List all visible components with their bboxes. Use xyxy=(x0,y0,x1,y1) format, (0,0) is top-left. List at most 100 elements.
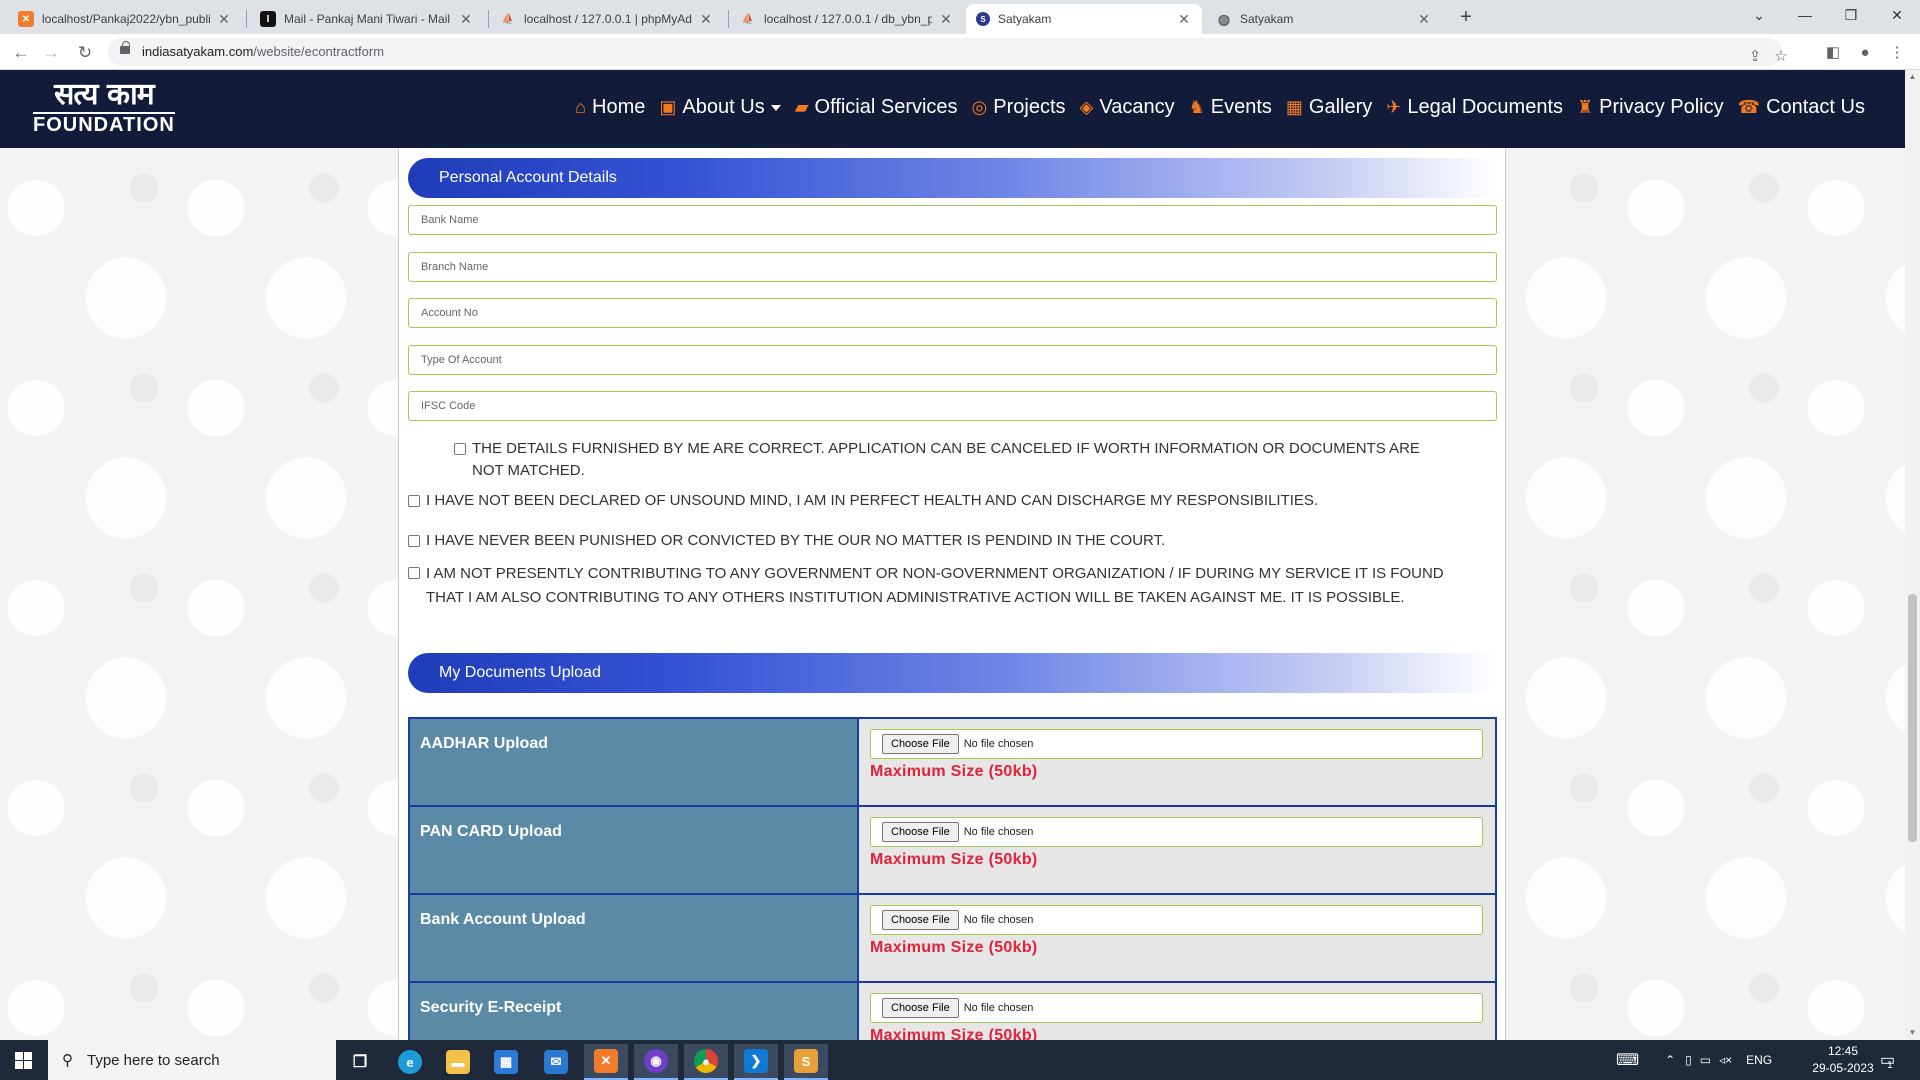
choose-file-button[interactable]: Choose File xyxy=(882,822,959,842)
upload-row-aadhar: AADHAR Upload Choose File No file chosen… xyxy=(410,719,1495,807)
keyboard-icon[interactable]: ⌨ xyxy=(1616,1050,1639,1070)
security-receipt-file-input[interactable]: Choose File No file chosen xyxy=(870,993,1483,1023)
max-size-hint: Maximum Size (50kb) xyxy=(870,851,1038,868)
nav-gallery[interactable]: ▦ Gallery xyxy=(1286,96,1372,119)
site-logo[interactable]: सत्य काम FOUNDATION xyxy=(33,80,175,136)
home-icon: ⌂ xyxy=(575,97,587,117)
declaration-checkbox[interactable] xyxy=(454,443,466,455)
globe-icon: ◍ xyxy=(1217,10,1231,27)
close-window-icon[interactable]: ✕ xyxy=(1874,0,1920,34)
browser-tab[interactable]: ⛵ localhost / 127.0.0.1 / db_ybn_pu ✕ xyxy=(730,4,964,34)
scroll-up-arrow[interactable]: ▲ xyxy=(1908,72,1917,82)
minimize-icon[interactable]: — xyxy=(1782,0,1828,34)
forward-icon[interactable]: → xyxy=(38,40,64,66)
file-status: No file chosen xyxy=(963,1002,1034,1014)
taskbar-clock[interactable]: 12:45 29-05-2023 xyxy=(1808,1043,1878,1077)
nav-label: Legal Documents xyxy=(1407,96,1564,118)
nav-home[interactable]: ⌂ Home xyxy=(575,96,645,119)
bank-name-field[interactable] xyxy=(408,205,1497,235)
scrollbar-thumb[interactable] xyxy=(1908,594,1917,842)
xampp-app-icon[interactable]: ✕ xyxy=(584,1044,628,1080)
account-type-field[interactable] xyxy=(408,345,1497,375)
nav-events[interactable]: ♞ Events xyxy=(1189,96,1272,119)
nav-vacancy[interactable]: ◈ Vacancy xyxy=(1080,96,1175,119)
bank-account-file-input[interactable]: Choose File No file chosen xyxy=(870,905,1483,935)
browser-tab-active[interactable]: S Satyakam ✕ xyxy=(966,4,1202,34)
tab-title: Satyakam xyxy=(998,12,1052,26)
declaration-checkbox[interactable] xyxy=(408,567,420,579)
battery-icon[interactable]: ▯ xyxy=(1685,1053,1692,1067)
browser-tab[interactable]: ✕ localhost/Pankaj2022/ybn_public ✕ xyxy=(8,4,242,34)
branch-name-field[interactable] xyxy=(408,252,1497,282)
close-tab-icon[interactable]: ✕ xyxy=(1416,11,1432,28)
aadhar-file-input[interactable]: Choose File No file chosen xyxy=(870,729,1483,759)
close-tab-icon[interactable]: ✕ xyxy=(698,11,714,28)
address-bar[interactable]: indiasatyakam.com/website/econtractform … xyxy=(108,38,1788,66)
tab-search-icon[interactable]: ⌄ xyxy=(1736,0,1782,34)
store-icon[interactable]: ▦ xyxy=(484,1044,528,1080)
restore-icon[interactable]: ❐ xyxy=(1828,0,1874,34)
file-explorer-icon[interactable]: ▬ xyxy=(436,1044,480,1080)
new-tab-button[interactable]: + xyxy=(1454,4,1478,30)
account-no-field[interactable] xyxy=(408,298,1497,328)
lock-icon[interactable] xyxy=(120,41,130,57)
ifsc-code-field[interactable] xyxy=(408,391,1497,421)
upload-row-security-receipt: Security E-Receipt Choose File No file c… xyxy=(410,983,1495,1040)
github-desktop-icon[interactable]: ◉ xyxy=(634,1044,678,1080)
task-view-icon[interactable]: ❐ xyxy=(338,1044,382,1080)
browser-menu-icon[interactable]: ⋮ xyxy=(1884,40,1910,66)
side-panel-icon[interactable]: ◧ xyxy=(1820,40,1846,66)
nav-about-us[interactable]: ▣ About Us xyxy=(659,96,781,119)
pan-file-input[interactable]: Choose File No file chosen xyxy=(870,817,1483,847)
chrome-icon[interactable]: ● xyxy=(684,1044,728,1080)
reload-icon[interactable]: ↻ xyxy=(72,40,98,66)
choose-file-button[interactable]: Choose File xyxy=(882,910,959,930)
xampp-icon: ✕ xyxy=(18,11,34,27)
close-tab-icon[interactable]: ✕ xyxy=(938,11,954,28)
page-scrollbar[interactable]: ▲ ▼ xyxy=(1905,70,1920,1040)
nav-legal-documents[interactable]: ✈ Legal Documents xyxy=(1386,96,1563,119)
nav-projects[interactable]: ◎ Projects xyxy=(972,96,1066,119)
volume-muted-icon[interactable]: ◃× xyxy=(1719,1053,1732,1067)
close-tab-icon[interactable]: ✕ xyxy=(216,11,232,28)
tab-separator xyxy=(246,10,247,28)
vscode-icon[interactable]: ❯ xyxy=(734,1044,778,1080)
sublime-app-icon[interactable]: S xyxy=(784,1044,828,1080)
briefcase-icon: ▰ xyxy=(794,97,809,117)
declaration-checkbox[interactable] xyxy=(408,535,420,547)
url-text[interactable]: indiasatyakam.com/website/econtractform xyxy=(142,44,384,59)
taskbar-search[interactable]: ⚲ Type here to search xyxy=(48,1040,336,1080)
upload-label: PAN CARD Upload xyxy=(410,807,859,893)
network-icon[interactable]: ▭ xyxy=(1700,1053,1711,1067)
nav-privacy-policy[interactable]: ♜ Privacy Policy xyxy=(1577,96,1724,119)
share-icon[interactable]: ⇪ xyxy=(1742,44,1768,70)
upload-row-bank-account: Bank Account Upload Choose File No file … xyxy=(410,895,1495,983)
logo-hindi-text: सत्य काम xyxy=(33,80,175,114)
chevron-up-icon[interactable]: ⌃ xyxy=(1665,1053,1675,1067)
browser-tab[interactable]: ⛵ localhost / 127.0.0.1 | phpMyAdm ✕ xyxy=(490,4,724,34)
mail-app-icon[interactable]: ✉ xyxy=(534,1044,578,1080)
logo-foundation-text: FOUNDATION xyxy=(33,114,175,136)
nav-contact-us[interactable]: ☎ Contact Us xyxy=(1738,96,1865,119)
browser-tab[interactable]: ◍ Satyakam ✕ xyxy=(1206,4,1442,34)
start-button[interactable] xyxy=(0,1040,48,1080)
nav-label: Official Services xyxy=(814,96,958,118)
nav-official-services[interactable]: ▰ Official Services xyxy=(795,96,958,119)
notification-count: 1 xyxy=(1887,1059,1893,1071)
declaration-text: I HAVE NOT BEEN DECLARED OF UNSOUND MIND… xyxy=(426,492,1319,509)
bookmark-star-icon[interactable]: ☆ xyxy=(1768,44,1794,70)
back-icon[interactable]: ← xyxy=(8,40,34,66)
choose-file-button[interactable]: Choose File xyxy=(882,998,959,1018)
close-tab-icon[interactable]: ✕ xyxy=(458,11,474,28)
language-indicator[interactable]: ENG xyxy=(1746,1053,1772,1067)
user-lock-icon: ♜ xyxy=(1577,97,1594,117)
close-tab-icon[interactable]: ✕ xyxy=(1176,11,1192,28)
browser-tab[interactable]: I Mail - Pankaj Mani Tiwari - Mail E ✕ xyxy=(250,4,484,34)
profile-avatar-icon[interactable]: ● xyxy=(1852,40,1878,66)
edge-icon[interactable]: e xyxy=(388,1044,432,1080)
search-icon: ⚲ xyxy=(62,1052,73,1069)
scroll-down-arrow[interactable]: ▼ xyxy=(1908,1028,1917,1038)
notification-center[interactable]: ▭ 1 xyxy=(1880,1040,1895,1080)
declaration-checkbox[interactable] xyxy=(408,495,420,507)
choose-file-button[interactable]: Choose File xyxy=(882,734,959,754)
